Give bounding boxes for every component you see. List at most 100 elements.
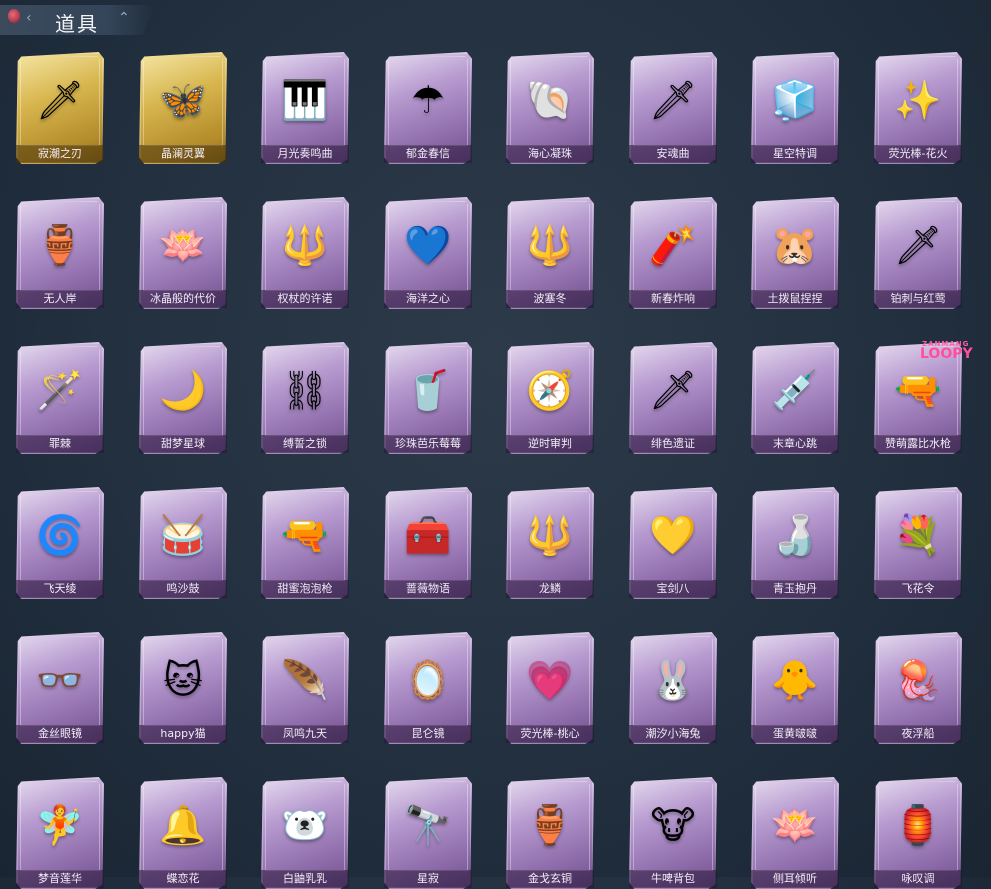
item-card[interactable]: 🧚 梦音莲华 [16, 777, 104, 889]
item-label: 晶澜灵翼 [139, 145, 227, 163]
item-icon: 🐥 [771, 658, 819, 702]
item-card[interactable]: 🎹 月光奏鸣曲 [261, 52, 349, 164]
item-icon: 🧰 [404, 513, 452, 557]
item-card[interactable]: 🔱 波塞冬 [506, 197, 594, 309]
item-card[interactable]: 💉 末章心跳 [751, 342, 839, 454]
item-card[interactable]: 🐥 蛋黄啵啵 [751, 632, 839, 744]
item-card[interactable]: 🪞 昆仑镜 [384, 632, 472, 744]
item-label: 潮汐小海兔 [629, 725, 717, 743]
page-title: 道具 [55, 12, 99, 36]
item-card[interactable]: 💐 飞花令 [874, 487, 962, 599]
item-card[interactable]: 🪄 罪棘 [16, 342, 104, 454]
item-icon: 🐻‍❄️ [281, 803, 329, 847]
item-label: 海心凝珠 [506, 145, 594, 163]
item-label: 牛啤背包 [629, 870, 717, 888]
item-icon: 🪞 [404, 658, 452, 702]
item-card[interactable]: 🐮 牛啤背包 [629, 777, 717, 889]
item-card[interactable]: 🔱 权杖的许诺 [261, 197, 349, 309]
item-label: 荧光棒-花火 [874, 145, 962, 163]
item-icon: ✨ [894, 78, 942, 122]
item-label: 甜蜜泡泡枪 [261, 580, 349, 598]
item-card[interactable]: 🐰 潮汐小海兔 [629, 632, 717, 744]
item-label: 星空特调 [751, 145, 839, 163]
item-card[interactable]: 🥁 鸣沙鼓 [139, 487, 227, 599]
item-card[interactable]: 🥤 珍珠芭乐莓莓 [384, 342, 472, 454]
item-icon: 🪷 [771, 803, 819, 847]
item-icon: 🪄 [36, 368, 84, 412]
item-card[interactable]: ✨ 荧光棒-花火 [874, 52, 962, 164]
item-card[interactable]: 🌙 甜梦星球 [139, 342, 227, 454]
item-label: 末章心跳 [751, 435, 839, 453]
item-icon: 🔔 [159, 803, 207, 847]
item-card[interactable]: 🐱 happy猫 [139, 632, 227, 744]
item-icon: 🧊 [771, 78, 819, 122]
item-label: 赞萌露比水枪 [874, 435, 962, 453]
item-card[interactable]: 🏺 金戈玄铜 [506, 777, 594, 889]
item-label: 昆仑镜 [384, 725, 472, 743]
item-card[interactable]: 🔫 甜蜜泡泡枪 [261, 487, 349, 599]
item-card[interactable]: 💛 宝剑八 [629, 487, 717, 599]
item-card[interactable]: 🗡 安魂曲 [629, 52, 717, 164]
item-label: 侧耳倾听 [751, 870, 839, 888]
item-card[interactable]: 🍶 青玉抱丹 [751, 487, 839, 599]
item-label: 梦音莲华 [16, 870, 104, 888]
back-arrow-icon[interactable]: ‹ [26, 10, 32, 26]
item-icon: 💙 [404, 223, 452, 267]
item-card[interactable]: 💙 海洋之心 [384, 197, 472, 309]
item-card[interactable]: ☂ 郁金春信 [384, 52, 472, 164]
item-label: 郁金春信 [384, 145, 472, 163]
item-label: 宝剑八 [629, 580, 717, 598]
item-icon: 💗 [526, 658, 574, 702]
item-icon: 🔱 [526, 513, 574, 557]
item-card[interactable]: 🧰 蔷薇物语 [384, 487, 472, 599]
item-icon: 🗡 [648, 368, 698, 412]
item-card[interactable]: 🪷 冰晶般的代价 [139, 197, 227, 309]
item-label: 海洋之心 [384, 290, 472, 308]
watermark-logo: ZANMANG LOOPY [916, 340, 973, 364]
item-card[interactable]: 👓 金丝眼镜 [16, 632, 104, 744]
item-icon: 🔱 [526, 223, 574, 267]
item-label: 鸣沙鼓 [139, 580, 227, 598]
item-card[interactable]: 🪷 侧耳倾听 [751, 777, 839, 889]
item-card[interactable]: 🧭 逆时审判 [506, 342, 594, 454]
item-icon: 🐹 [771, 223, 819, 267]
item-card[interactable]: 🦋 晶澜灵翼 [139, 52, 227, 164]
collapse-icon[interactable]: ⌃ [118, 10, 130, 26]
item-card[interactable]: 🪶 凤鸣九天 [261, 632, 349, 744]
item-card[interactable]: 💗 荧光棒-桃心 [506, 632, 594, 744]
item-label: 荧光棒-桃心 [506, 725, 594, 743]
item-label: 星寂 [384, 870, 472, 888]
item-label: 铂刺与红莺 [874, 290, 962, 308]
item-card[interactable]: 🗡 寂潮之刃 [16, 52, 104, 164]
item-icon: 🧨 [649, 223, 697, 267]
item-card[interactable]: ⛓ 缚誓之锁 [261, 342, 349, 454]
item-label: 安魂曲 [629, 145, 717, 163]
item-card[interactable]: 🐻‍❄️ 白鼬乳乳 [261, 777, 349, 889]
item-card[interactable]: 🗡 铂刺与红莺 [874, 197, 962, 309]
item-label: 凤鸣九天 [261, 725, 349, 743]
item-card[interactable]: 🐹 土拨鼠捏捏 [751, 197, 839, 309]
item-label: 绯色遗证 [629, 435, 717, 453]
item-card[interactable]: 🧊 星空特调 [751, 52, 839, 164]
item-card[interactable]: 🐚 海心凝珠 [506, 52, 594, 164]
item-card[interactable]: 🏮 咏叹调 [874, 777, 962, 889]
item-label: 波塞冬 [506, 290, 594, 308]
item-icon: 🍶 [771, 513, 819, 557]
item-card[interactable]: 🧨 新春炸响 [629, 197, 717, 309]
item-icon: 🐮 [650, 803, 696, 847]
item-card[interactable]: 🌀 飞天绫 [16, 487, 104, 599]
item-card[interactable]: 🏺 无人岸 [16, 197, 104, 309]
item-label: 逆时审判 [506, 435, 594, 453]
item-label: 龙鳞 [506, 580, 594, 598]
item-card[interactable]: 🪼 夜浮船 [874, 632, 962, 744]
item-card[interactable]: 🗡 绯色遗证 [629, 342, 717, 454]
item-card[interactable]: 🔭 星寂 [384, 777, 472, 889]
item-label: 夜浮船 [874, 725, 962, 743]
item-card[interactable]: 🔱 龙鳞 [506, 487, 594, 599]
item-card[interactable]: 🔔 蝶恋花 [139, 777, 227, 889]
item-label: 咏叹调 [874, 870, 962, 888]
item-label: 无人岸 [16, 290, 104, 308]
item-icon: 🌙 [159, 368, 207, 412]
gem-icon [8, 9, 20, 23]
item-icon: 🎹 [281, 78, 329, 122]
